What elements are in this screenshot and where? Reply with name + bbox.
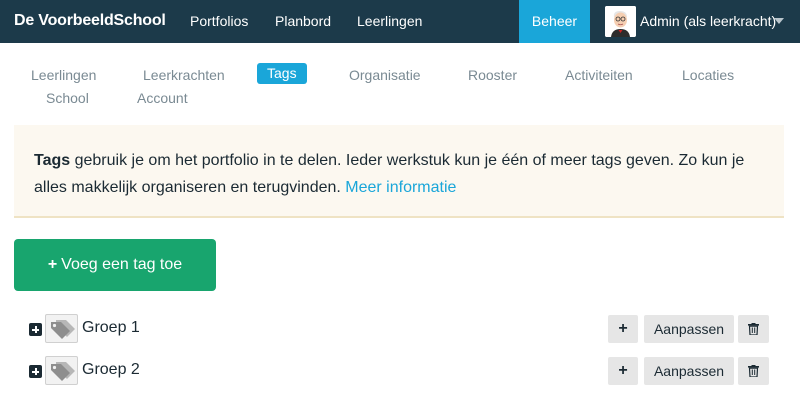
user-menu[interactable]: Admin (als leerkracht) <box>640 13 776 29</box>
avatar[interactable] <box>605 6 636 37</box>
info-bold: Tags <box>34 152 71 169</box>
tags-icon <box>45 356 78 385</box>
school-brand[interactable]: De VoorbeeldSchool <box>14 12 166 30</box>
nav-planbord[interactable]: Planbord <box>275 13 331 29</box>
tag-row: Groep 1 + Aanpassen <box>0 313 800 345</box>
subnav-school[interactable]: School <box>46 90 89 106</box>
top-navbar: De VoorbeeldSchool Portfolios Planbord L… <box>0 0 800 43</box>
trash-icon <box>748 365 759 377</box>
subnav-leerkrachten[interactable]: Leerkrachten <box>143 67 225 83</box>
add-tag-label: Voeg een tag toe <box>61 256 183 273</box>
nav-leerlingen[interactable]: Leerlingen <box>357 13 422 29</box>
subnav-rooster[interactable]: Rooster <box>468 67 517 83</box>
add-tag-button[interactable]: + Voeg een tag toe <box>14 239 216 291</box>
subnav-organisatie[interactable]: Organisatie <box>349 67 421 83</box>
info-text: Tags gebruik je om het portfolio in te d… <box>34 147 769 201</box>
nav-portfolios[interactable]: Portfolios <box>190 13 248 29</box>
plus-icon: + <box>47 256 58 273</box>
tag-row: Groep 2 + Aanpassen <box>0 355 800 387</box>
edit-tag-button[interactable]: Aanpassen <box>644 357 734 385</box>
plus-square-icon[interactable] <box>29 365 42 378</box>
subnav-leerlingen[interactable]: Leerlingen <box>31 67 96 83</box>
delete-tag-button[interactable] <box>738 357 769 385</box>
subnav-locaties[interactable]: Locaties <box>682 67 734 83</box>
subnav-account[interactable]: Account <box>137 90 188 106</box>
add-subtag-button[interactable]: + <box>608 357 638 385</box>
more-info-link[interactable]: Meer informatie <box>345 179 456 196</box>
add-subtag-button[interactable]: + <box>608 315 638 343</box>
tags-icon <box>45 314 78 343</box>
delete-tag-button[interactable] <box>738 315 769 343</box>
edit-tag-button[interactable]: Aanpassen <box>644 315 734 343</box>
tag-name: Groep 1 <box>82 319 140 336</box>
subnav-activiteiten[interactable]: Activiteiten <box>565 67 633 83</box>
info-panel: Tags gebruik je om het portfolio in te d… <box>14 125 784 218</box>
plus-square-icon[interactable] <box>29 323 42 336</box>
nav-beheer[interactable]: Beheer <box>519 0 590 43</box>
trash-icon <box>748 323 759 335</box>
subnav-tags[interactable]: Tags <box>257 63 307 84</box>
chevron-down-icon[interactable] <box>774 18 784 24</box>
tag-name: Groep 2 <box>82 361 140 378</box>
